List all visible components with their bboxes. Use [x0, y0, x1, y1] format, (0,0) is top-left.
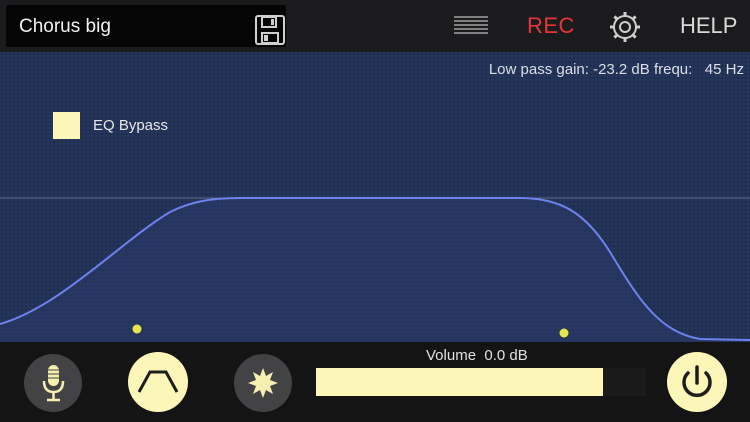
filter-readout: Low pass gain: -23.2 dB frequ: 45 Hz	[488, 61, 744, 78]
volume-label: Volume 0.0 dB	[426, 347, 528, 364]
filter-button[interactable]	[128, 352, 188, 412]
floppy-disk-icon[interactable]	[253, 13, 287, 47]
preset-selector[interactable]: Chorus big	[6, 5, 286, 47]
mic-button[interactable]	[24, 354, 82, 412]
eq-bypass-label: EQ Bypass	[93, 117, 169, 134]
menu-lines-icon[interactable]	[453, 15, 489, 37]
top-toolbar: Chorus big REC HELP	[0, 0, 750, 52]
fx-button[interactable]	[234, 354, 292, 412]
eq-graph[interactable]: Low pass gain: -23.2 dB frequ: 45 Hz EQ …	[0, 52, 750, 342]
power-button[interactable]	[667, 352, 727, 412]
microphone-icon	[42, 365, 65, 402]
eq-bypass-checkbox[interactable]	[53, 112, 80, 139]
volume-slider[interactable]	[316, 368, 646, 396]
filter-shape-icon	[137, 370, 179, 393]
eq-curve-plot[interactable]	[0, 52, 750, 342]
preset-name: Chorus big	[19, 16, 111, 37]
effects-burst-icon	[248, 368, 278, 398]
eq-handle-low	[132, 324, 142, 334]
eq-curve-fill	[0, 198, 750, 342]
power-icon	[682, 365, 712, 398]
eq-handle-high	[559, 328, 569, 338]
record-button[interactable]: REC	[527, 13, 575, 39]
bottom-toolbar: Volume 0.0 dB	[0, 342, 750, 422]
volume-fill	[316, 368, 604, 396]
help-button[interactable]: HELP	[680, 13, 737, 39]
gear-icon[interactable]	[607, 9, 643, 45]
